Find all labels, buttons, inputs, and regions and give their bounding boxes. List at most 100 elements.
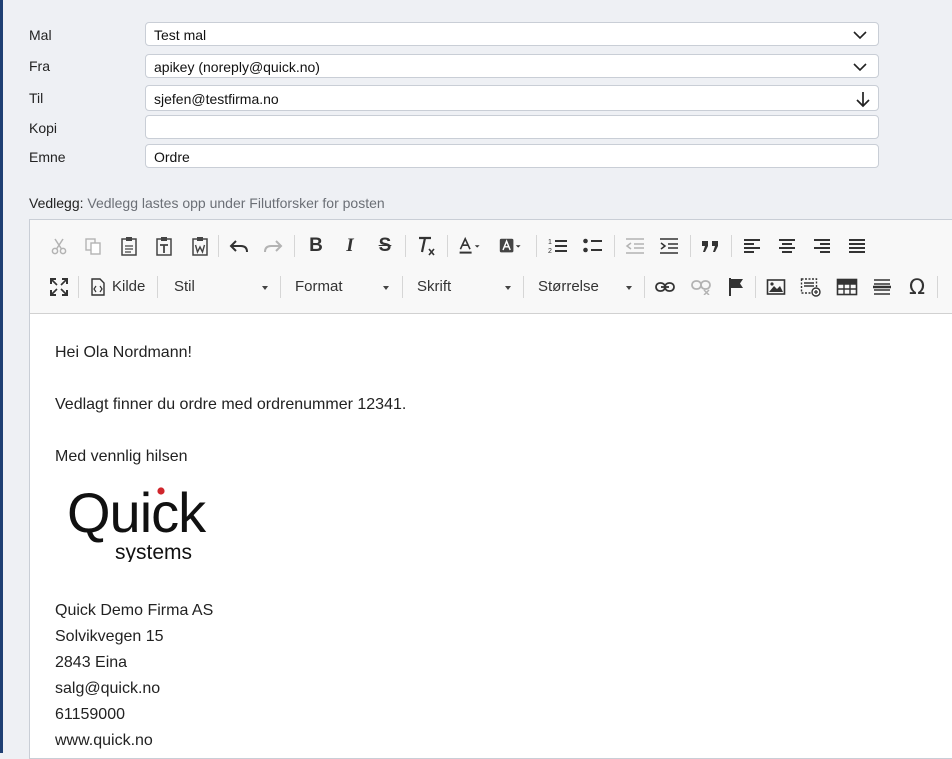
subject-label: Emne bbox=[29, 149, 66, 165]
toolbar-separator bbox=[731, 235, 732, 257]
align-left-icon[interactable] bbox=[740, 234, 764, 258]
template-label: Mal bbox=[29, 27, 52, 43]
format-label: Format bbox=[295, 278, 343, 295]
editor-toolbar: B I S 12 Kilde Stil Format Skrift Større… bbox=[30, 220, 952, 314]
template-value: Test mal bbox=[154, 27, 207, 43]
signature-block: Quick Demo Firma AS Solvikvegen 15 2843 … bbox=[55, 598, 213, 754]
address-line: Solvikvegen 15 bbox=[55, 628, 164, 645]
cc-field[interactable] bbox=[145, 115, 879, 139]
postal-line: 2843 Eina bbox=[55, 654, 128, 671]
body-line: Vedlagt finner du ordre med ordrenummer … bbox=[55, 396, 407, 413]
dropdown-arrow-icon bbox=[505, 286, 511, 290]
align-right-icon[interactable] bbox=[810, 234, 834, 258]
chevron-down-icon bbox=[853, 63, 867, 72]
subject-field[interactable]: Ordre bbox=[145, 144, 879, 168]
font-label: Skrift bbox=[417, 278, 452, 295]
align-justify-icon[interactable] bbox=[845, 234, 869, 258]
font-dropdown[interactable]: Skrift bbox=[417, 275, 513, 299]
svg-text:2: 2 bbox=[548, 248, 552, 255]
to-label: Til bbox=[29, 90, 44, 106]
toolbar-separator bbox=[937, 276, 938, 298]
from-select[interactable]: apikey (noreply@quick.no) bbox=[145, 54, 879, 78]
size-label: Størrelse bbox=[538, 278, 599, 295]
size-dropdown[interactable]: Størrelse bbox=[538, 275, 634, 299]
maximize-icon[interactable] bbox=[47, 275, 71, 299]
toolbar-separator bbox=[755, 276, 756, 298]
web-line: www.quick.no bbox=[55, 732, 153, 749]
horizontal-line-icon[interactable] bbox=[870, 275, 894, 299]
from-value: apikey (noreply@quick.no) bbox=[154, 59, 320, 75]
editor-content[interactable]: Hei Ola Nordmann! Vedlagt finner du ordr… bbox=[55, 340, 406, 470]
toolbar-separator bbox=[644, 276, 645, 298]
bold-icon[interactable]: B bbox=[304, 234, 328, 258]
toolbar-separator bbox=[280, 276, 281, 298]
toolbar-separator bbox=[614, 235, 615, 257]
unlink-icon[interactable] bbox=[689, 275, 713, 299]
toolbar-separator bbox=[402, 276, 403, 298]
toolbar-separator bbox=[690, 235, 691, 257]
italic-icon[interactable]: I bbox=[338, 234, 362, 258]
toolbar-separator bbox=[157, 276, 158, 298]
outdent-icon[interactable] bbox=[623, 234, 647, 258]
source-label: Kilde bbox=[112, 278, 146, 295]
numbered-list-icon[interactable]: 12 bbox=[546, 234, 570, 258]
rich-text-editor: B I S 12 Kilde Stil Format Skrift Større… bbox=[29, 219, 952, 759]
toolbar-separator bbox=[218, 235, 219, 257]
toolbar-separator bbox=[405, 235, 406, 257]
dropdown-arrow-icon bbox=[262, 286, 268, 290]
undo-icon[interactable] bbox=[227, 234, 251, 258]
embed-icon[interactable] bbox=[799, 275, 823, 299]
email-line: salg@quick.no bbox=[55, 680, 161, 697]
company-name: Quick Demo Firma AS bbox=[55, 602, 214, 619]
phone-line: 61159000 bbox=[55, 706, 125, 723]
copy-icon[interactable] bbox=[81, 234, 105, 258]
svg-text:1: 1 bbox=[548, 239, 552, 246]
attachments-text: Vedlegg lastes opp under Filutforsker fo… bbox=[87, 195, 385, 211]
text-color-icon[interactable] bbox=[458, 234, 482, 258]
special-character-icon[interactable]: Ω bbox=[905, 275, 929, 299]
toolbar-separator bbox=[294, 235, 295, 257]
anchor-flag-icon[interactable] bbox=[724, 275, 748, 299]
subject-value: Ordre bbox=[154, 149, 190, 165]
link-icon[interactable] bbox=[653, 275, 677, 299]
style-dropdown[interactable]: Stil bbox=[174, 275, 270, 299]
bulleted-list-icon[interactable] bbox=[581, 234, 605, 258]
paste-icon[interactable] bbox=[117, 234, 141, 258]
table-icon[interactable] bbox=[835, 275, 859, 299]
toolbar-separator bbox=[78, 276, 79, 298]
strikethrough-icon[interactable]: S bbox=[373, 234, 397, 258]
chevron-down-icon bbox=[853, 31, 867, 40]
source-icon bbox=[91, 278, 105, 296]
align-center-icon[interactable] bbox=[775, 234, 799, 258]
redo-icon[interactable] bbox=[261, 234, 285, 258]
background-color-icon[interactable] bbox=[499, 234, 523, 258]
to-field[interactable]: sjefen@testfirma.no bbox=[145, 85, 879, 111]
toolbar-separator bbox=[523, 276, 524, 298]
image-icon[interactable] bbox=[764, 275, 788, 299]
greeting-text: Hei Ola Nordmann! bbox=[55, 344, 192, 361]
from-label: Fra bbox=[29, 58, 50, 74]
indent-icon[interactable] bbox=[657, 234, 681, 258]
cc-label: Kopi bbox=[29, 120, 58, 136]
arrow-down-icon[interactable] bbox=[855, 90, 871, 108]
toolbar-separator bbox=[447, 235, 448, 257]
quick-systems-logo: Quick systems bbox=[67, 481, 237, 564]
cut-icon[interactable] bbox=[47, 234, 71, 258]
left-accent-bar bbox=[0, 0, 3, 753]
attachments-label: Vedlegg: bbox=[29, 195, 84, 211]
remove-format-icon[interactable] bbox=[414, 234, 438, 258]
source-button[interactable]: Kilde bbox=[88, 275, 148, 299]
logo-word: Quick bbox=[67, 482, 207, 544]
dropdown-arrow-icon bbox=[626, 286, 632, 290]
logo-sub: systems bbox=[115, 541, 192, 562]
to-value: sjefen@testfirma.no bbox=[154, 91, 279, 107]
blockquote-icon[interactable] bbox=[699, 234, 723, 258]
paste-text-icon[interactable] bbox=[152, 234, 176, 258]
format-dropdown[interactable]: Format bbox=[295, 275, 391, 299]
dropdown-arrow-icon bbox=[383, 286, 389, 290]
closing-text: Med vennlig hilsen bbox=[55, 448, 188, 465]
paste-word-icon[interactable] bbox=[188, 234, 212, 258]
template-select[interactable]: Test mal bbox=[145, 22, 879, 46]
toolbar-separator bbox=[536, 235, 537, 257]
style-label: Stil bbox=[174, 278, 195, 295]
